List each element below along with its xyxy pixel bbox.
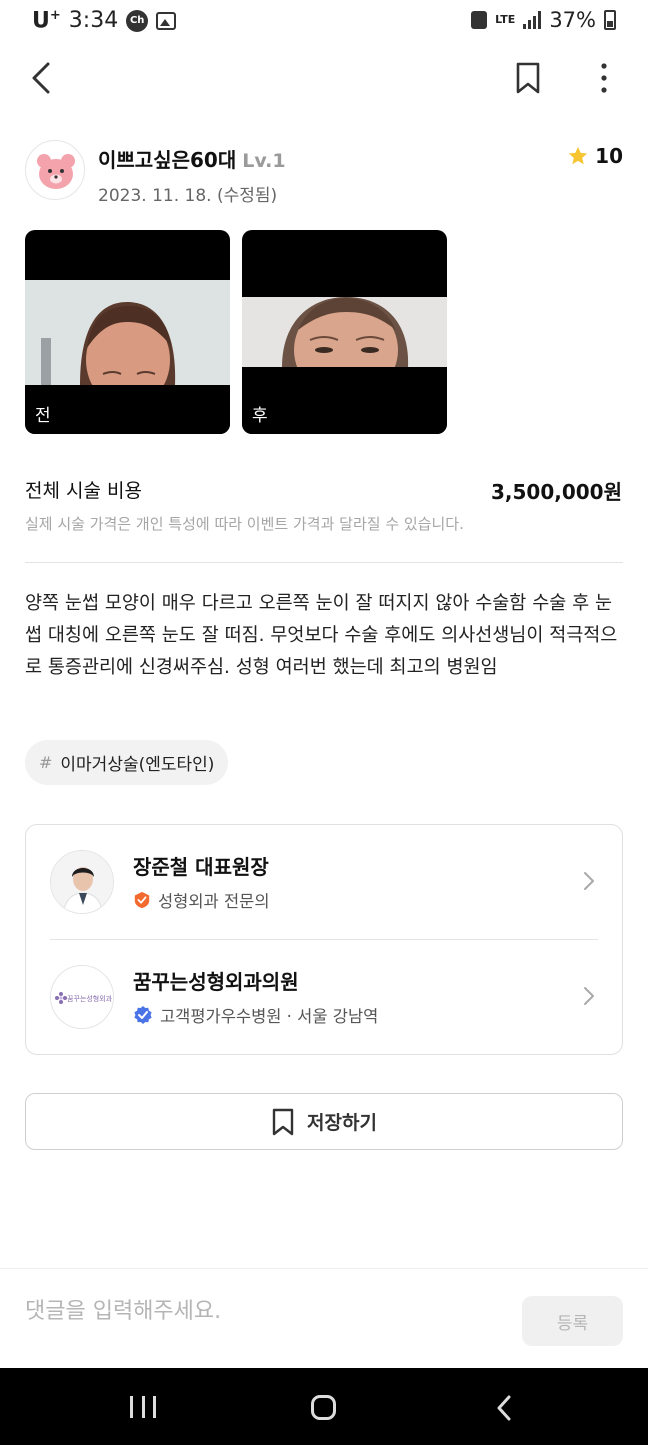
total-cost-label: 전체 시술 비용 (25, 480, 142, 502)
submit-comment-button[interactable]: 등록 (522, 1296, 623, 1346)
doctor-row[interactable]: 장준철 대표원장 성형외과 전문의 (26, 825, 622, 939)
clinic-row[interactable]: 꿈꾸는성형외과 꿈꾸는성형외과의원 고객평가우수병원 · 서울 강남역 (26, 940, 622, 1054)
carrier-label: U+ (32, 8, 61, 34)
review-author: 이쁘고싶은60대 Lv.1 2023. 11. 18. (수정됨) 10 (25, 140, 623, 206)
review-date: 2023. 11. 18. (수정됨) (98, 186, 278, 206)
top-nav (0, 52, 648, 104)
save-button[interactable]: 저장하기 (25, 1093, 623, 1150)
more-options-icon[interactable] (590, 60, 618, 96)
clinic-logo: 꿈꾸는성형외과 (50, 965, 114, 1029)
clinic-info: 고객평가우수병원 · 서울 강남역 (133, 1003, 378, 1027)
author-name[interactable]: 이쁘고싶은60대 Lv.1 (98, 144, 286, 173)
network-type: LTE (495, 13, 516, 26)
doctor-specialty: 성형외과 전문의 (133, 888, 270, 912)
procedure-tag[interactable]: # 이마거상술(엔도타인) (25, 740, 229, 785)
doctor-name: 장준철 대표원장 (133, 855, 269, 879)
comment-bar: 등록 (0, 1268, 648, 1368)
doctor-avatar (50, 850, 114, 914)
recent-apps-icon[interactable] (130, 1396, 156, 1418)
before-label: 전 (35, 406, 51, 426)
signal-icon (523, 11, 542, 29)
after-label: 후 (252, 406, 268, 426)
bookmark-icon[interactable] (513, 60, 543, 96)
specialist-badge-icon (134, 891, 150, 909)
doctor-specialty-label: 성형외과 전문의 (158, 892, 270, 911)
battery-percent: 37% (549, 8, 596, 32)
save-button-label: 저장하기 (307, 1112, 377, 1134)
after-photo[interactable]: 후 (242, 230, 447, 434)
clinic-info-label: 고객평가우수병원 · 서울 강남역 (160, 1007, 379, 1026)
status-left: U+ 3:34 Ch (32, 8, 177, 34)
chevron-right-icon (584, 987, 594, 1005)
hashtag-icon: # (39, 753, 53, 772)
home-icon[interactable] (311, 1395, 336, 1420)
status-bar: U+ 3:34 Ch LTE 37% (0, 0, 648, 46)
battery-icon (604, 10, 616, 30)
status-time: 3:34 (68, 8, 119, 34)
price-disclaimer: 실제 시술 가격은 개인 특성에 따라 이벤트 가격과 달라질 수 있습니다. (25, 515, 464, 533)
author-level: Lv.1 (242, 150, 286, 172)
provider-card: 장준철 대표원장 성형외과 전문의 꿈꾸는성형외과 꿈꾸는성형외과의원 고객평가… (25, 824, 623, 1055)
rating: 10 (567, 144, 623, 168)
procedure-tag-label: 이마거상술(엔도타인) (60, 755, 215, 775)
image-notification-icon (156, 11, 177, 30)
back-icon[interactable] (28, 58, 58, 98)
data-saver-icon (471, 11, 488, 29)
before-photo[interactable]: 전 (25, 230, 230, 434)
system-navigation-bar (0, 1368, 648, 1445)
total-cost-value: 3,500,000원 (490, 480, 622, 504)
system-back-icon[interactable] (496, 1395, 512, 1421)
status-right: LTE 37% (471, 8, 616, 32)
comment-input[interactable] (25, 1299, 505, 1324)
chat-notification-icon: Ch (126, 9, 149, 32)
verified-badge-icon (134, 1006, 152, 1024)
bookmark-icon (272, 1108, 294, 1135)
chevron-right-icon (584, 872, 594, 890)
star-icon (568, 146, 588, 165)
rating-value: 10 (595, 144, 623, 168)
clinic-name: 꿈꾸는성형외과의원 (133, 970, 299, 994)
author-avatar[interactable] (25, 140, 85, 200)
review-text: 양쪽 눈썹 모양이 매우 다르고 오른쪽 눈이 잘 떠지지 않아 수술함 수술 … (25, 593, 618, 678)
divider (25, 562, 623, 563)
clinic-logo-text: 꿈꾸는성형외과 (67, 994, 113, 1003)
